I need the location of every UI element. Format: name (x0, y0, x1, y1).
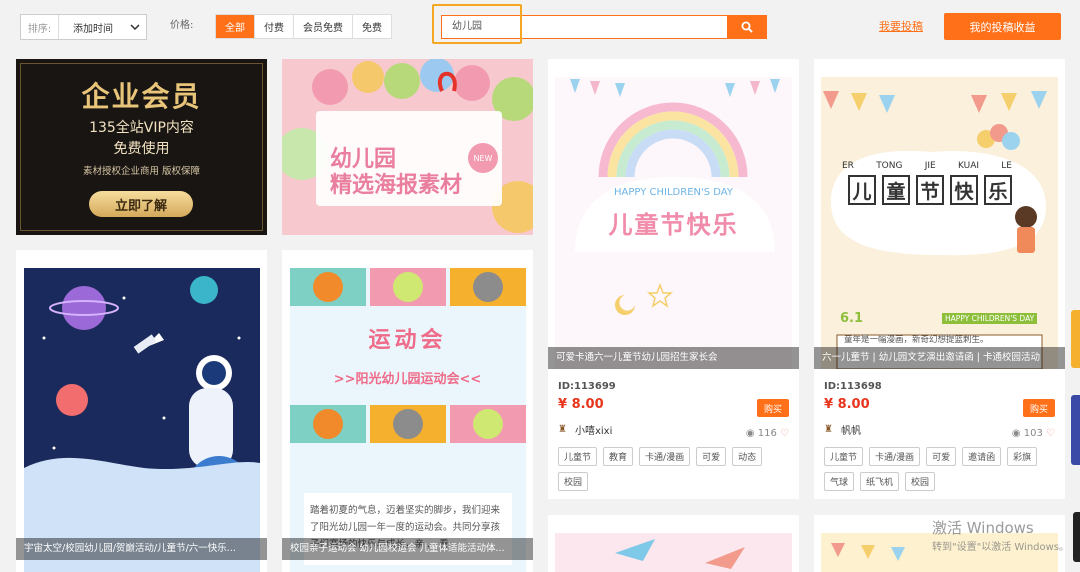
festival-char: 童 (882, 175, 910, 205)
tag[interactable]: 儿童节 (824, 447, 864, 466)
views-count: 116 (757, 428, 777, 439)
heart-icon[interactable]: ♡ (780, 428, 789, 439)
template-id: ID:113699 (558, 381, 616, 392)
activate-windows-title: 激活 Windows (932, 519, 1034, 537)
sort-label: 排序: (21, 15, 59, 39)
search-highlight-box (432, 4, 522, 44)
rainbow-img-cn: 儿童节快乐 (608, 211, 739, 239)
eye-icon: ◉ (1011, 428, 1024, 439)
tag-list: 儿童节 卡通/漫画 可爱 邀请函 彩旗 气球 纸飞机 校园 (824, 447, 1055, 491)
pinyin: KUAI (957, 161, 980, 171)
contribute-link[interactable]: 我要投稿 (879, 18, 923, 34)
vip-banner[interactable]: 企业会员 135全站VIP内容 免费使用 素材授权企业商用 版权保障 立即了解 (16, 59, 267, 235)
vip-cta-button[interactable]: 立即了解 (89, 191, 193, 217)
template-id: ID:113698 (824, 381, 882, 392)
my-earnings-button[interactable]: 我的投稿收益 (944, 13, 1061, 40)
sort-select[interactable]: 排序: 添加时间 (20, 14, 147, 40)
tag[interactable]: 可爱 (926, 447, 957, 466)
sports-subtitle: >>阳光幼儿园运动会<< (333, 372, 482, 387)
festival-pinyin: ER TONG JIE KUAI LE (842, 161, 1012, 171)
buy-button[interactable]: 购买 (1023, 399, 1055, 417)
buy-button[interactable]: 购买 (757, 399, 789, 417)
heart-icon[interactable]: ♡ (1046, 428, 1055, 439)
float-side-tab[interactable] (1073, 512, 1080, 562)
festival-char: 快 (950, 175, 978, 205)
balloons-illustration (282, 59, 533, 233)
template-card-113699[interactable]: HAPPY CHILDREN'S DAY 儿童节快乐 可爱卡通六一儿童节幼儿园招… (548, 59, 799, 499)
festival-date-en: HAPPY CHILDREN'S DAY (942, 313, 1038, 324)
filter-toolbar: 排序: 添加时间 价格: 全部 付费 会员免费 免费 幼儿园 我要投稿 我的投稿… (0, 0, 1080, 52)
festival-char: 乐 (984, 175, 1012, 205)
pinyin: TONG (876, 161, 903, 171)
vip-line2: 免费使用 (113, 141, 170, 157)
float-side-tab[interactable] (1071, 310, 1080, 368)
tag[interactable]: 纸飞机 (860, 472, 900, 491)
kinder-line2: 精选海报素材 (330, 173, 463, 198)
space-thumbnail (24, 268, 260, 572)
vip-line1: 135全站VIP内容 (89, 120, 194, 136)
template-price: ¥ 8.00 (558, 397, 604, 412)
float-side-tab[interactable] (1071, 395, 1080, 465)
card-caption: 宇宙太空/校园幼儿园/贺巅活动/儿童节/六一快乐... (16, 538, 267, 560)
author-name[interactable]: 小嘻xixi (575, 422, 612, 437)
tag-list: 儿童节 教育 卡通/漫画 可爱 动态 校园 (558, 447, 789, 491)
card-caption: 校园亲子运动会 幼儿园校运会 儿童体适能活动体... (282, 538, 533, 560)
search-icon (741, 21, 753, 33)
tag[interactable]: 彩旗 (1007, 447, 1038, 466)
kindergarten-banner[interactable]: 幼儿园 精选海报素材 NEW (282, 59, 533, 235)
festival-date: 6.1 (840, 311, 864, 326)
price-tab-paid[interactable]: 付费 (255, 15, 294, 38)
festival-char: 儿 (848, 175, 876, 205)
tag[interactable]: 卡通/漫画 (869, 447, 921, 466)
tag[interactable]: 卡通/漫画 (639, 447, 691, 466)
author-name[interactable]: 帆帆 (841, 422, 861, 437)
template-card-space[interactable]: 宇宙太空/校园幼儿园/贺巅活动/儿童节/六一快乐... (16, 250, 267, 572)
views-count: 103 (1023, 428, 1043, 439)
activate-windows-subtitle: 转到"设置"以激活 Windows。 (932, 542, 1070, 553)
pinyin: JIE (924, 161, 936, 171)
tag[interactable]: 邀请函 (962, 447, 1002, 466)
festival-char: 节 (916, 175, 944, 205)
tag[interactable]: 校园 (905, 472, 936, 491)
pinyin: LE (1001, 161, 1012, 171)
views-row: ◉ 116 ♡ (746, 428, 789, 439)
plane-thumbnail (555, 533, 792, 572)
tag[interactable]: 动态 (732, 447, 763, 466)
template-price: ¥ 8.00 (824, 397, 870, 412)
template-card-sports[interactable]: 运动会 >>阳光幼儿园运动会<< 踏着初夏的气息，迈着坚实的脚步，我们迎来了阳光… (282, 250, 533, 572)
template-card-partial[interactable] (548, 515, 799, 572)
tag[interactable]: 可爱 (696, 447, 727, 466)
views-row: ◉ 103 ♡ (1012, 428, 1055, 439)
price-label: 价格: (170, 20, 194, 31)
price-tab-free[interactable]: 免费 (353, 15, 391, 38)
search-button[interactable] (727, 15, 767, 39)
trophy-icon: ♜ (824, 424, 833, 435)
festival-img-text: 童年是一幅漫画，新奇幻想提篮刺生。 (844, 335, 989, 345)
sports-title: 运动会 (368, 328, 447, 353)
tag[interactable]: 儿童节 (558, 447, 598, 466)
price-filter-tabs: 全部 付费 会员免费 免费 (215, 14, 392, 39)
card-caption: 六一儿童节 | 幼儿园文艺演出邀请函 | 卡通校园活动 (814, 347, 1065, 369)
vip-line3: 素材授权企业商用 版权保障 (82, 166, 201, 177)
eye-icon: ◉ (745, 428, 758, 439)
sort-value: 添加时间 (73, 23, 113, 35)
vip-title: 企业会员 (81, 80, 202, 113)
trophy-icon: ♜ (558, 424, 567, 435)
tag[interactable]: 气球 (824, 472, 855, 491)
new-badge: NEW (468, 143, 498, 173)
pinyin: ER (842, 161, 854, 171)
price-tab-member-free[interactable]: 会员免费 (294, 15, 353, 38)
rainbow-img-en: HAPPY CHILDREN'S DAY (614, 187, 733, 198)
card-caption: 可爱卡通六一儿童节幼儿园招生家长会 (548, 347, 799, 369)
chevron-down-icon (130, 24, 140, 30)
template-card-113698[interactable]: ER TONG JIE KUAI LE 儿 童 节 快 乐 6.1 HAPPY CHIL… (814, 59, 1065, 499)
price-tab-all[interactable]: 全部 (216, 15, 255, 38)
tag[interactable]: 教育 (603, 447, 634, 466)
tag[interactable]: 校园 (558, 472, 589, 491)
festival-chars: 儿 童 节 快 乐 (848, 175, 1012, 205)
